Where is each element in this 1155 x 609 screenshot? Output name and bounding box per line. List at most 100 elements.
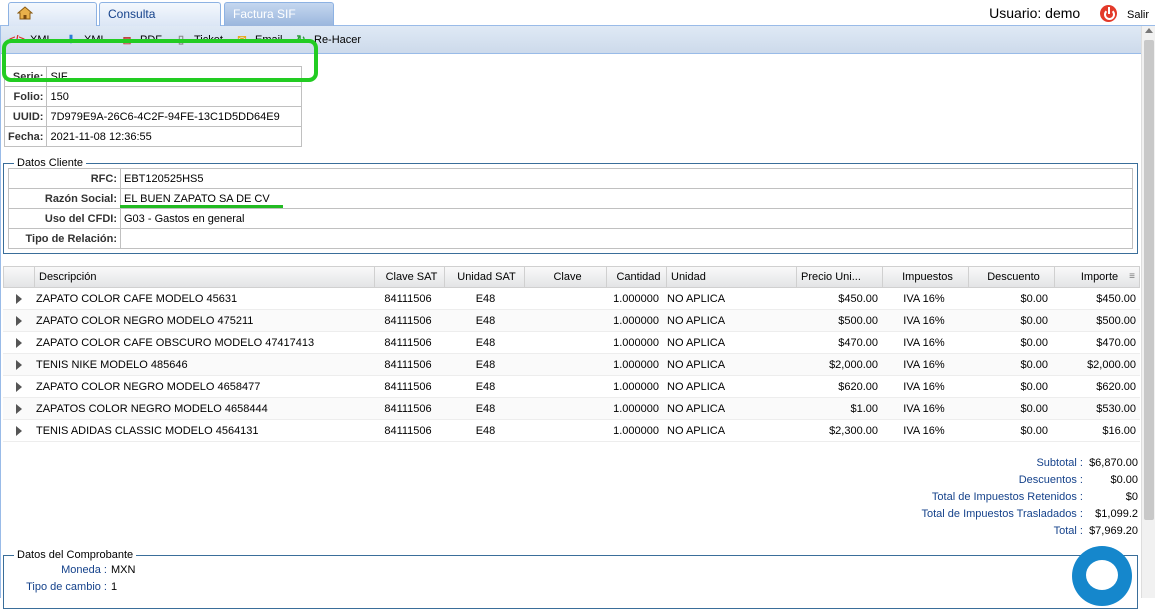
cell-impuestos: IVA 16%	[903, 337, 945, 349]
total-row: Total : $7,969.20	[1054, 523, 1138, 540]
cell-unidad: NO APLICA	[667, 381, 726, 393]
uso-cfdi-label: Uso del CFDI:	[8, 208, 121, 229]
descuentos-label: Descuentos :	[1018, 474, 1083, 486]
cell-precio: $450.00	[838, 293, 878, 305]
cell-clave-sat: 84111506	[384, 381, 432, 393]
menu-icon[interactable]: ≡	[1129, 271, 1135, 282]
cell-descuento: $0.00	[1020, 403, 1048, 415]
subtotal-label: Subtotal :	[1036, 457, 1083, 469]
trasladados-value: $1,099.2	[1095, 508, 1138, 520]
razon-social-label: Razón Social:	[8, 188, 121, 209]
cell-importe: $2,000.00	[1087, 359, 1136, 371]
cell-unidad: NO APLICA	[667, 315, 726, 327]
top-tab-bar: demodemo Consulta Facturas✕ Factura SIF …	[0, 0, 1155, 43]
cell-unidad: NO APLICA	[667, 337, 726, 349]
trasladados-row: Total de Impuestos Trasladados : $1,099.…	[922, 506, 1139, 523]
col-importe[interactable]: Importe	[1054, 267, 1140, 288]
retenidos-row: Total de Impuestos Retenidos : $0	[932, 489, 1138, 506]
col-impuestos[interactable]: Impuestos	[882, 267, 968, 288]
grid-body: ZAPATO COLOR CAFE MODELO 45631 84111506 E4…	[3, 288, 1140, 442]
cell-importe: $620.00	[1096, 381, 1136, 393]
user-label: Usuario: demo	[989, 5, 1081, 21]
tab-consulta-facturas[interactable]: Consulta Facturas✕	[99, 2, 221, 43]
cell-descuento: $0.00	[1020, 337, 1048, 349]
cell-unidad-sat: E48	[475, 293, 496, 305]
folio-label: Folio:	[3, 86, 48, 107]
total-value: $7,969.20	[1089, 525, 1138, 537]
descuentos-value: $0.00	[1110, 474, 1138, 486]
table-row[interactable]: ZAPATO COLOR CAFE OBSCURO MODELO 4741741…	[3, 332, 1140, 354]
chat-button[interactable]	[1072, 546, 1132, 606]
cell-precio: $470.00	[838, 337, 878, 349]
cell-clave-sat: 84111506	[384, 359, 432, 371]
tipo-relacion-value	[120, 228, 1133, 249]
cell-clave	[523, 288, 605, 310]
retenidos-label: Total de Impuestos Retenidos :	[931, 491, 1083, 503]
table-row[interactable]: ZAPATO COLOR CAFE MODELO 45631 84111506 E4…	[3, 288, 1140, 310]
col-clave-sat[interactable]: Clave SAT	[374, 267, 444, 288]
expand-row-icon[interactable]	[16, 316, 22, 326]
uuid-label: UUID:	[3, 106, 48, 127]
col-descripcion[interactable]: Descripción	[34, 267, 374, 288]
expand-row-icon[interactable]	[16, 360, 22, 370]
scroll-up-icon[interactable]	[1145, 28, 1153, 33]
scrollbar-thumb[interactable]	[1144, 40, 1154, 520]
col-cantidad[interactable]: Cantidad	[606, 267, 666, 288]
col-precio[interactable]: Precio Uni...	[796, 267, 882, 288]
highlight-annotation	[2, 39, 318, 82]
expand-row-icon[interactable]	[16, 404, 22, 414]
datos-comprobante-legend: Datos del Comprobante	[17, 549, 134, 561]
cell-unidad: NO APLICA	[667, 359, 726, 371]
vertical-scrollbar[interactable]	[1141, 26, 1155, 598]
expand-row-icon[interactable]	[16, 338, 22, 348]
cell-cantidad: 1.000000	[613, 359, 659, 371]
cell-clave-sat: 84111506	[384, 337, 432, 349]
tab-demodemo[interactable]: demodemo	[8, 2, 97, 43]
button-label: Re-Hacer	[314, 34, 362, 46]
tab-factura-sif-150[interactable]: Factura SIF 150✕	[224, 2, 334, 43]
power-icon[interactable]	[1100, 5, 1118, 22]
table-row[interactable]: ZAPATO COLOR NEGRO MODELO 4658477 8411150…	[3, 376, 1140, 398]
cell-unidad-sat: E48	[475, 403, 496, 415]
col-unidad[interactable]: Unidad	[666, 267, 791, 288]
cell-cantidad: 1.000000	[613, 293, 659, 305]
table-row[interactable]: TENIS NIKE MODELO 485646 84111506 E48 1.000…	[3, 354, 1140, 376]
cell-importe: $530.00	[1096, 403, 1136, 415]
rfc-value: EBT120525HS5	[120, 168, 1133, 189]
cell-desc: TENIS ADIDAS CLASSIC MODELO 4564131	[36, 425, 259, 437]
table-row[interactable]: ZAPATOS COLOR NEGRO MODELO 4658444 841115…	[3, 398, 1140, 420]
datos-comprobante-group: Datos del Comprobante	[3, 549, 1138, 609]
grid-header: Descripción Clave SAT Unidad SAT Clave C…	[3, 266, 1140, 288]
underline-annotation	[120, 205, 283, 208]
uuid-value: 7D979E9A-26C6-4C2F-94FE-13C1D5DD64E9	[46, 106, 302, 127]
cell-cantidad: 1.000000	[613, 403, 659, 415]
cell-precio: $1.00	[850, 403, 878, 415]
cell-unidad-sat: E48	[475, 337, 496, 349]
cell-clave	[523, 354, 605, 376]
moneda-value: MXN	[111, 564, 136, 576]
expand-row-icon[interactable]	[16, 294, 22, 304]
chat-icon	[1086, 560, 1118, 590]
cell-impuestos: IVA 16%	[903, 381, 945, 393]
cell-clave	[523, 376, 605, 398]
col-clave[interactable]: Clave	[524, 267, 606, 288]
tipo-relacion-label: Tipo de Relación:	[8, 228, 121, 249]
cell-precio: $2,300.00	[829, 425, 878, 437]
cell-impuestos: IVA 16%	[903, 425, 945, 437]
logout-link[interactable]: Salir	[1127, 9, 1149, 21]
cell-cantidad: 1.000000	[613, 337, 659, 349]
cell-importe: $470.00	[1096, 337, 1136, 349]
table-row[interactable]: TENIS ADIDAS CLASSIC MODELO 4564131 84111…	[3, 420, 1140, 442]
col-unidad-sat[interactable]: Unidad SAT	[444, 267, 524, 288]
cell-descuento: $0.00	[1020, 425, 1048, 437]
table-row[interactable]: ZAPATO COLOR NEGRO MODELO 475211 84111506…	[3, 310, 1140, 332]
cell-descuento: $0.00	[1020, 315, 1048, 327]
cell-cantidad: 1.000000	[613, 381, 659, 393]
cell-desc: ZAPATOS COLOR NEGRO MODELO 4658444	[36, 403, 268, 415]
expand-row-icon[interactable]	[16, 426, 22, 436]
expand-row-icon[interactable]	[16, 382, 22, 392]
rfc-label: RFC:	[8, 168, 121, 189]
cell-impuestos: IVA 16%	[903, 359, 945, 371]
col-descuento[interactable]: Descuento	[968, 267, 1054, 288]
cell-impuestos: IVA 16%	[903, 293, 945, 305]
